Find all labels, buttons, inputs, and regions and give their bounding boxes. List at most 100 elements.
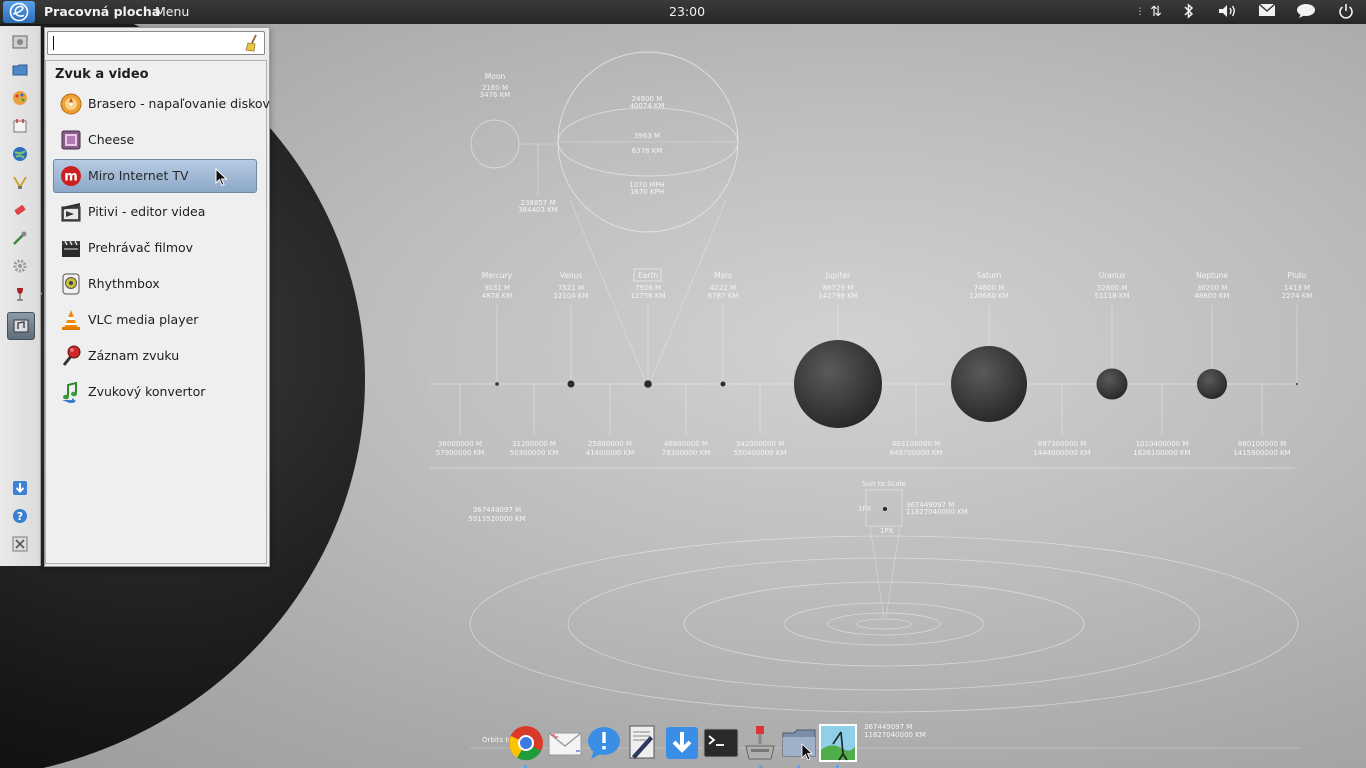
svg-text:m: m [64, 170, 78, 185]
planet-diameter-value: 48600 KM [1194, 292, 1229, 300]
system-tools-icon[interactable] [10, 536, 30, 556]
moon-distance-value: 384403 KM [518, 206, 558, 214]
orbit-distance-value: 1010400000 M [1136, 440, 1189, 448]
app-item-movie-player[interactable]: Prehrávač filmov [53, 231, 257, 265]
transmission-icon[interactable] [741, 724, 779, 762]
app-item-sound-recorder[interactable]: Záznam zvuku [53, 339, 257, 373]
earth-value: 1670 KPH [630, 188, 664, 196]
sun-scale-bottom: 1PX [880, 527, 894, 535]
app-item-vlc[interactable]: VLC media player [53, 303, 257, 337]
audio-converter-icon [62, 381, 77, 403]
settings-category-icon[interactable] [10, 258, 30, 278]
app-item-label: Brasero - napaľovanie diskov [88, 96, 270, 111]
install-category-icon[interactable] [10, 480, 30, 500]
network-icon[interactable]: ⇅ [1146, 3, 1166, 21]
help-icon[interactable]: ? [10, 508, 30, 528]
app-item-rhythmbox[interactable]: Rhythmbox [53, 267, 257, 301]
power-icon[interactable] [1336, 3, 1356, 21]
bluetooth-icon[interactable] [1179, 3, 1199, 21]
planet-name-label: Uranus [1099, 271, 1126, 280]
graphics-category-icon[interactable] [10, 90, 30, 110]
orbit-distance-value: 897300000 M [1038, 440, 1086, 448]
planet-diameter-value: 74600 M [974, 284, 1005, 292]
planet-diameter-value: 3031 M [484, 284, 510, 292]
planet-diameter-value: 7521 M [558, 284, 584, 292]
app-item-cheese[interactable]: Cheese [53, 123, 257, 157]
accessories-category-icon[interactable] [10, 34, 30, 54]
application-list: Zvuk a video Brasero - napaľovanie disko… [45, 60, 270, 564]
files-category-icon[interactable] [10, 62, 30, 82]
volume-icon[interactable] [1216, 3, 1240, 21]
orbit-distance-value: 31200000 M [512, 440, 556, 448]
internet-category-icon[interactable] [10, 146, 30, 166]
elementary-logo-icon [9, 2, 29, 22]
menu-button[interactable]: Menu [155, 4, 189, 19]
planet-name-label: Pluto [1288, 271, 1307, 280]
app-item-audio-converter[interactable]: Zvukový konvertor [53, 375, 257, 409]
wine-category-icon[interactable] [10, 286, 30, 306]
planet-diameter-value: 12756 KM [630, 292, 665, 300]
mouse-cursor-icon [215, 168, 228, 187]
bottom-value: 367449097 M [864, 723, 912, 731]
app-item-label: VLC media player [88, 312, 199, 327]
app-item-brasero[interactable]: Brasero - napaľovanie diskov [53, 87, 270, 121]
education-category-icon[interactable] [10, 118, 30, 138]
bottom-value: 11827040000 KM [864, 731, 926, 739]
mail-icon[interactable] [1257, 3, 1277, 21]
chat-icon[interactable] [1296, 3, 1316, 21]
text-caret [53, 36, 54, 50]
planet-diameter-value: 4222 M [710, 284, 736, 292]
sun-scale-value: 11827040000 KM [906, 508, 968, 516]
mail-client-icon[interactable] [546, 724, 584, 762]
moon-label: Moon [485, 72, 506, 81]
orbit-distance-value: 1444000000 KM [1033, 449, 1090, 457]
dock [505, 720, 865, 768]
earth-value: 3963 M [634, 132, 660, 140]
orbit-distance-value: 1626100000 KM [1133, 449, 1190, 457]
orbit-distance-value: 648700000 KM [890, 449, 943, 457]
planet-diameter-value: 12104 KM [553, 292, 588, 300]
terminal-icon[interactable] [702, 724, 740, 762]
app-item-label: Záznam zvuku [88, 348, 180, 363]
sound-video-category-icon[interactable] [7, 312, 35, 340]
chrome-browser-icon[interactable] [507, 724, 545, 762]
clock[interactable]: 23:00 [669, 4, 705, 19]
app-item-label: Miro Internet TV [88, 168, 189, 183]
clapperboard-icon [62, 240, 80, 257]
planet-diameter-value: 88729 M [823, 284, 854, 292]
planet-diameter-value: 120660 KM [969, 292, 1009, 300]
planet-name-label: Mercury [482, 271, 513, 280]
orbit-distance-value: 41400000 KM [586, 449, 634, 457]
clear-broom-icon[interactable] [244, 34, 260, 52]
launcher-logo-button[interactable] [3, 1, 35, 23]
app-item-pitivi[interactable]: Pitivi - editor videa [53, 195, 257, 229]
earth-value: 40074 KM [629, 102, 664, 110]
tools-category-icon[interactable] [10, 230, 30, 250]
planet-diameter-value: 1413 M [1284, 284, 1310, 292]
office-category-icon[interactable] [10, 174, 30, 194]
orbit-distance-value: 25800000 M [588, 440, 632, 448]
orbit-distance-value: 50300000 KM [510, 449, 558, 457]
miro-icon: m [61, 166, 81, 186]
application-menu: Zvuk a video Brasero - napaľovanie disko… [44, 27, 270, 567]
orbit-distance-value: 880100000 M [1238, 440, 1286, 448]
desktop-label[interactable]: Pracovná plocha [44, 4, 160, 19]
planet-diameter-value: 32600 M [1097, 284, 1128, 292]
software-center-icon[interactable] [663, 724, 701, 762]
development-category-icon[interactable] [10, 202, 30, 222]
search-input[interactable] [52, 34, 232, 50]
app-item-label: Prehrávač filmov [88, 240, 194, 255]
moon-value: 3476 KM [480, 91, 511, 99]
orbit-distance-value: 1415900000 KM [1233, 449, 1290, 457]
planet-name-label: Venus [560, 271, 583, 280]
file-manager-icon[interactable] [780, 724, 818, 762]
messaging-icon[interactable] [585, 724, 623, 762]
image-viewer-icon[interactable] [819, 724, 857, 762]
text-editor-icon[interactable] [624, 724, 662, 762]
vlc-cone-icon [62, 310, 80, 330]
search-box[interactable] [47, 31, 265, 55]
svg-text:?: ? [17, 510, 23, 523]
top-panel: Pracovná plocha Menu 23:00 ⋮ ⇅ [0, 0, 1366, 24]
planet-name-label: Mars [714, 271, 732, 280]
planet-diameter-value: 30200 M [1197, 284, 1228, 292]
